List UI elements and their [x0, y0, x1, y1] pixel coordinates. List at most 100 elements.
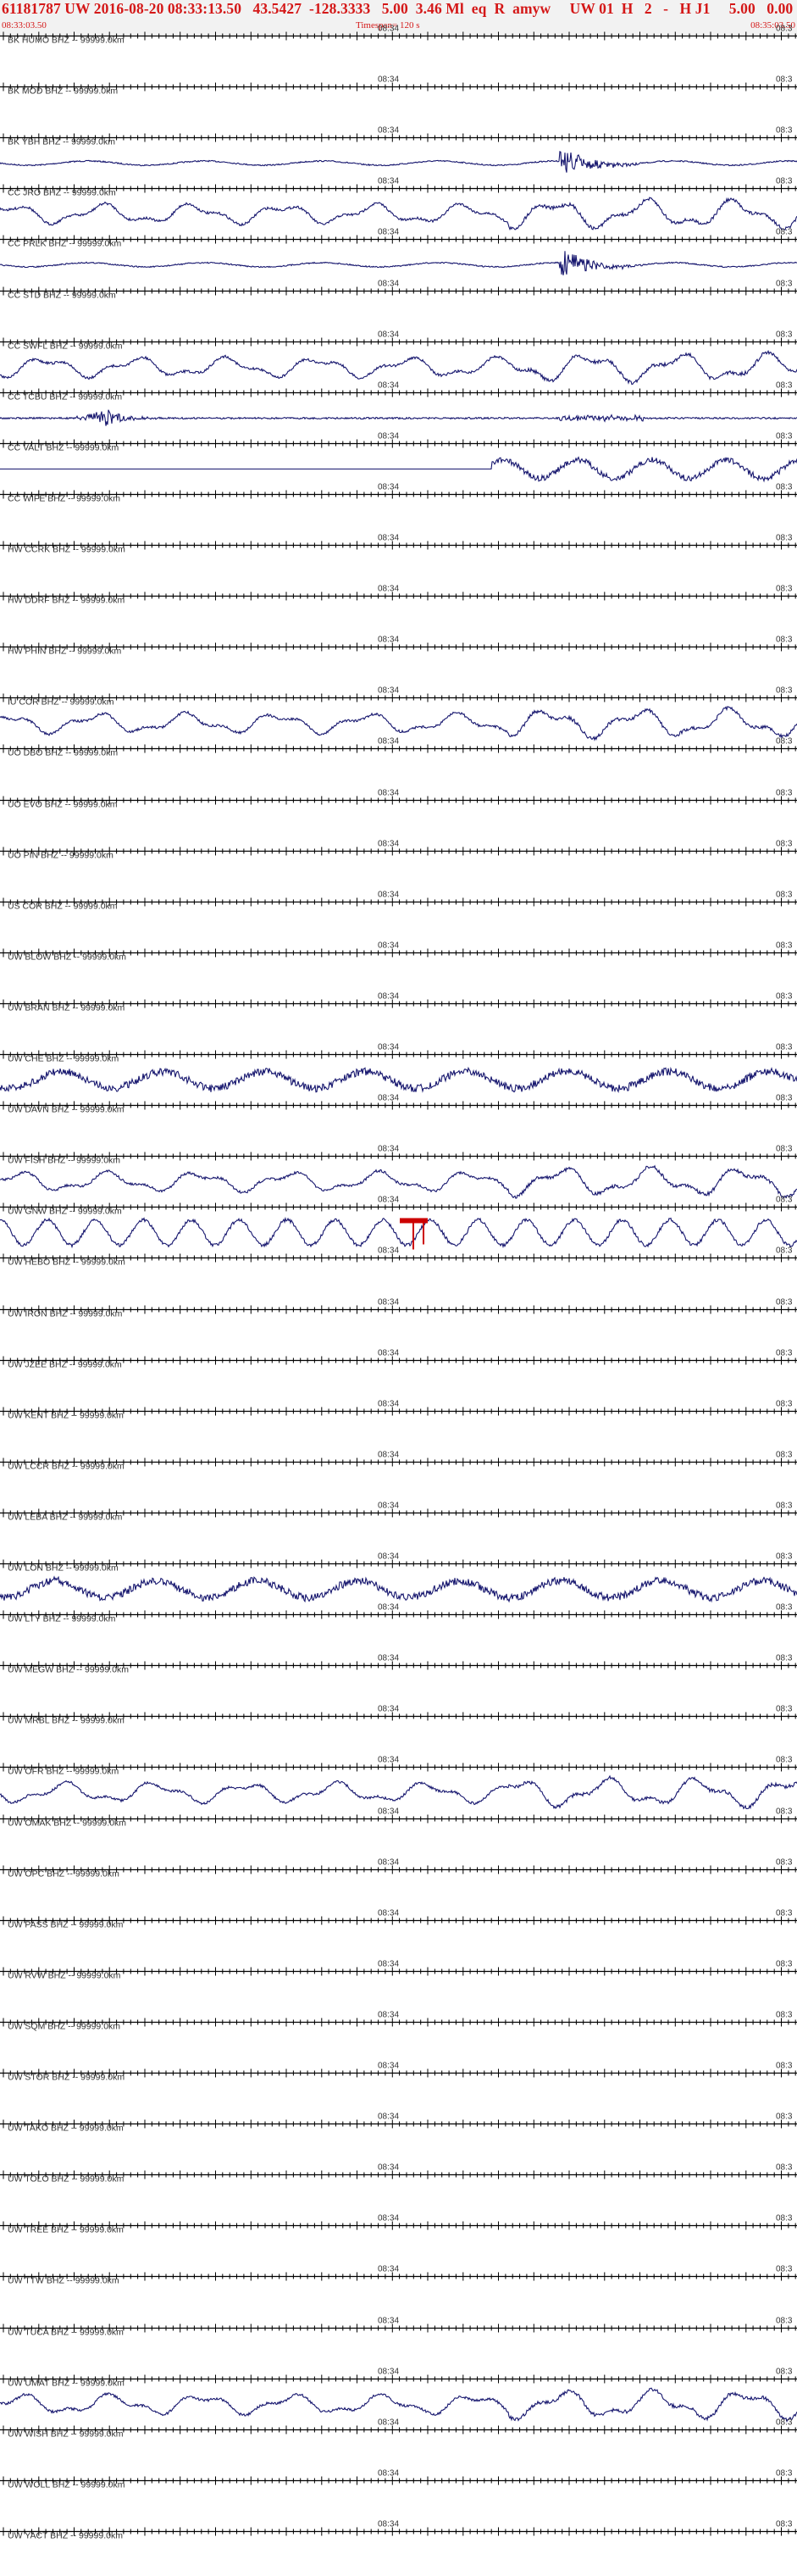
time-tick-label: 08:34	[378, 1858, 399, 1868]
time-tick-label: 08:34	[378, 891, 399, 900]
time-tick-label: 08:34	[378, 636, 399, 645]
station-label: CC STD BHZ -- 99999.0km	[8, 291, 116, 301]
time-tick-label: 08:34	[378, 1145, 399, 1154]
time-tick-label-right: 08:3	[776, 737, 793, 747]
seismogram-trace	[0, 1774, 797, 1810]
station-label: CC VALT BHZ -- 99999.0km	[8, 443, 119, 453]
station-label: UW TREE BHZ -- 99999.0km	[8, 2225, 124, 2235]
station-label: HW PHIN BHZ -- 99999.0km	[8, 647, 121, 657]
time-tick-label: 08:34	[378, 1400, 399, 1409]
station-label: UW BLOW BHZ -- 99999.0km	[8, 952, 126, 963]
seismogram-trace	[0, 706, 797, 741]
time-tick-label: 08:34	[378, 737, 399, 747]
station-row: 08:34 08:3 UO EVO BHZ -- 99999.0km	[0, 789, 797, 810]
station-label: UW TUCA BHZ -- 99999.0km	[8, 2328, 124, 2338]
time-tick-label-right: 08:3	[776, 1145, 793, 1154]
time-tick-label-right: 08:3	[776, 2112, 793, 2122]
station-row: 08:34 08:3 UW STOR BHZ -- 99999.0km	[0, 2062, 797, 2083]
time-tick-label-right: 08:3	[776, 126, 793, 136]
station-row: 08:34 08:3 UW IRON BHZ -- 99999.0km	[0, 1298, 797, 1319]
time-tick-label: 08:34	[378, 1246, 399, 1256]
time-tick-label: 08:34	[378, 2265, 399, 2274]
time-tick-label-right: 08:3	[776, 432, 793, 441]
station-row: 08:34 08:3 UW LCCR BHZ -- 99999.0km	[0, 1451, 797, 1472]
time-tick-label-right: 08:3	[776, 2368, 793, 2377]
time-tick-label: 08:34	[378, 1909, 399, 1918]
seismogram-trace	[0, 197, 797, 231]
time-tick-label: 08:34	[378, 2520, 399, 2529]
station-label: UW OMAK BHZ -- 99999.0km	[8, 1818, 126, 1829]
seismogram-trace	[0, 1216, 797, 1249]
station-row: 08:34 08:3 HW PHIN BHZ -- 99999.0km	[0, 636, 797, 657]
seismogram-trace	[0, 349, 797, 386]
time-tick-label-right: 08:3	[776, 1094, 793, 1103]
station-label: UW HEBO BHZ -- 99999.0km	[8, 1257, 125, 1268]
station-row: 08:34 08:3 UW UMAT BHZ -- 99999.0km	[0, 2368, 797, 2423]
time-tick-label: 08:34	[378, 2368, 399, 2377]
station-label: BK MOD BHZ -- 99999.0km	[8, 86, 118, 97]
station-row: 08:34 08:3 CC VALT BHZ -- 99999.0km	[0, 432, 797, 483]
seismogram-trace	[0, 251, 797, 275]
station-label: UW LTY BHZ -- 99999.0km	[8, 1614, 116, 1624]
time-tick-label-right: 08:3	[776, 2418, 793, 2428]
station-label: BK YBH BHZ -- 99999.0km	[8, 137, 115, 147]
station-row: 08:34 08:3 UW LTY BHZ -- 99999.0km	[0, 1603, 797, 1624]
station-row: 08:34 08:3 UW OFR BHZ -- 99999.0km	[0, 1756, 797, 1810]
time-tick-label: 08:34	[378, 1502, 399, 1511]
station-label: UW KENT BHZ -- 99999.0km	[8, 1411, 124, 1421]
station-label: UW OFR BHZ -- 99999.0km	[8, 1767, 119, 1777]
station-label: UW PASS BHZ -- 99999.0km	[8, 1920, 124, 1930]
station-label: UW DAVN BHZ -- 99999.0km	[8, 1105, 125, 1115]
seismogram-trace	[0, 456, 797, 483]
station-label: CC TCBU BHZ -- 99999.0km	[8, 392, 122, 402]
station-row: 08:34 08:3 HW DDRF BHZ -- 99999.0km	[0, 585, 797, 606]
time-tick-label: 08:34	[378, 2418, 399, 2428]
time-tick-label-right: 08:3	[776, 1298, 793, 1307]
time-tick-label-right: 08:3	[776, 2011, 793, 2020]
station-row: 08:34 08:3 US COR BHZ -- 99999.0km	[0, 891, 797, 912]
station-label: UW TOLO BHZ -- 99999.0km	[8, 2174, 125, 2185]
time-tick-label-right: 08:3	[776, 2163, 793, 2173]
station-row: 08:34 08:3 CC SWFL BHZ -- 99999.0km	[0, 330, 797, 386]
time-tick-label-right: 08:3	[776, 636, 793, 645]
time-tick-label-right: 08:3	[776, 2469, 793, 2479]
time-tick-label-right: 08:3	[776, 1654, 793, 1663]
time-tick-label: 08:34	[378, 2011, 399, 2020]
time-tick-label-right: 08:3	[776, 789, 793, 798]
time-tick-label-right: 08:3	[776, 992, 793, 1002]
time-tick-label-right: 08:3	[776, 2062, 793, 2071]
station-row: 08:34 08:3 UW BRAN BHZ -- 99999.0km	[0, 992, 797, 1013]
seismogram-trace	[0, 409, 797, 426]
time-tick-label: 08:34	[378, 1756, 399, 1765]
station-row: 08:34 08:3 BK MOD BHZ -- 99999.0km	[0, 75, 797, 97]
time-tick-label-right: 08:3	[776, 585, 793, 594]
station-row: 08:34 08:3 UW TUCA BHZ -- 99999.0km	[0, 2317, 797, 2338]
station-row: 08:34 08:3 UW KENT BHZ -- 99999.0km	[0, 1400, 797, 1421]
time-tick-label-right: 08:3	[776, 483, 793, 492]
time-tick-label: 08:34	[378, 1705, 399, 1714]
station-row: 08:34 08:3 UW GNW BHZ -- 99999.0km	[0, 1196, 797, 1250]
time-tick-label-right: 08:3	[776, 1552, 793, 1562]
station-label: UW TAKO BHZ -- 99999.0km	[8, 2124, 124, 2134]
time-tick-label: 08:34	[378, 25, 399, 34]
station-label: US COR BHZ -- 99999.0km	[8, 902, 118, 912]
station-row: 08:34 08:3 UW WISH BHZ -- 99999.0km	[0, 2418, 797, 2440]
time-tick-label-right: 08:3	[776, 1502, 793, 1511]
station-label: UW GNW BHZ -- 99999.0km	[8, 1207, 122, 1217]
time-tick-label: 08:34	[378, 1043, 399, 1052]
time-tick-label-right: 08:3	[776, 1196, 793, 1205]
station-row: 08:34 08:3 UW BLOW BHZ -- 99999.0km	[0, 941, 797, 963]
station-row: 08:34 08:3 UW JZEE BHZ -- 99999.0km	[0, 1349, 797, 1370]
time-tick-label: 08:34	[378, 1654, 399, 1663]
time-tick-label-right: 08:3	[776, 1858, 793, 1868]
station-label: CC JRO BHZ -- 99999.0km	[8, 188, 116, 198]
seismogram-trace	[0, 1575, 797, 1603]
time-tick-label: 08:34	[378, 789, 399, 798]
station-row: 08:34 08:3 UW TOLO BHZ -- 99999.0km	[0, 2163, 797, 2185]
station-row: 08:34 08:3 UO DBO BHZ -- 99999.0km	[0, 737, 797, 758]
time-tick-label-right: 08:3	[776, 534, 793, 543]
time-tick-label-right: 08:3	[776, 228, 793, 237]
time-tick-label-right: 08:3	[776, 381, 793, 391]
station-row: 08:34 08:3 BK HUMO BHZ -- 99999.0km	[0, 25, 797, 46]
time-tick-label-right: 08:3	[776, 840, 793, 849]
